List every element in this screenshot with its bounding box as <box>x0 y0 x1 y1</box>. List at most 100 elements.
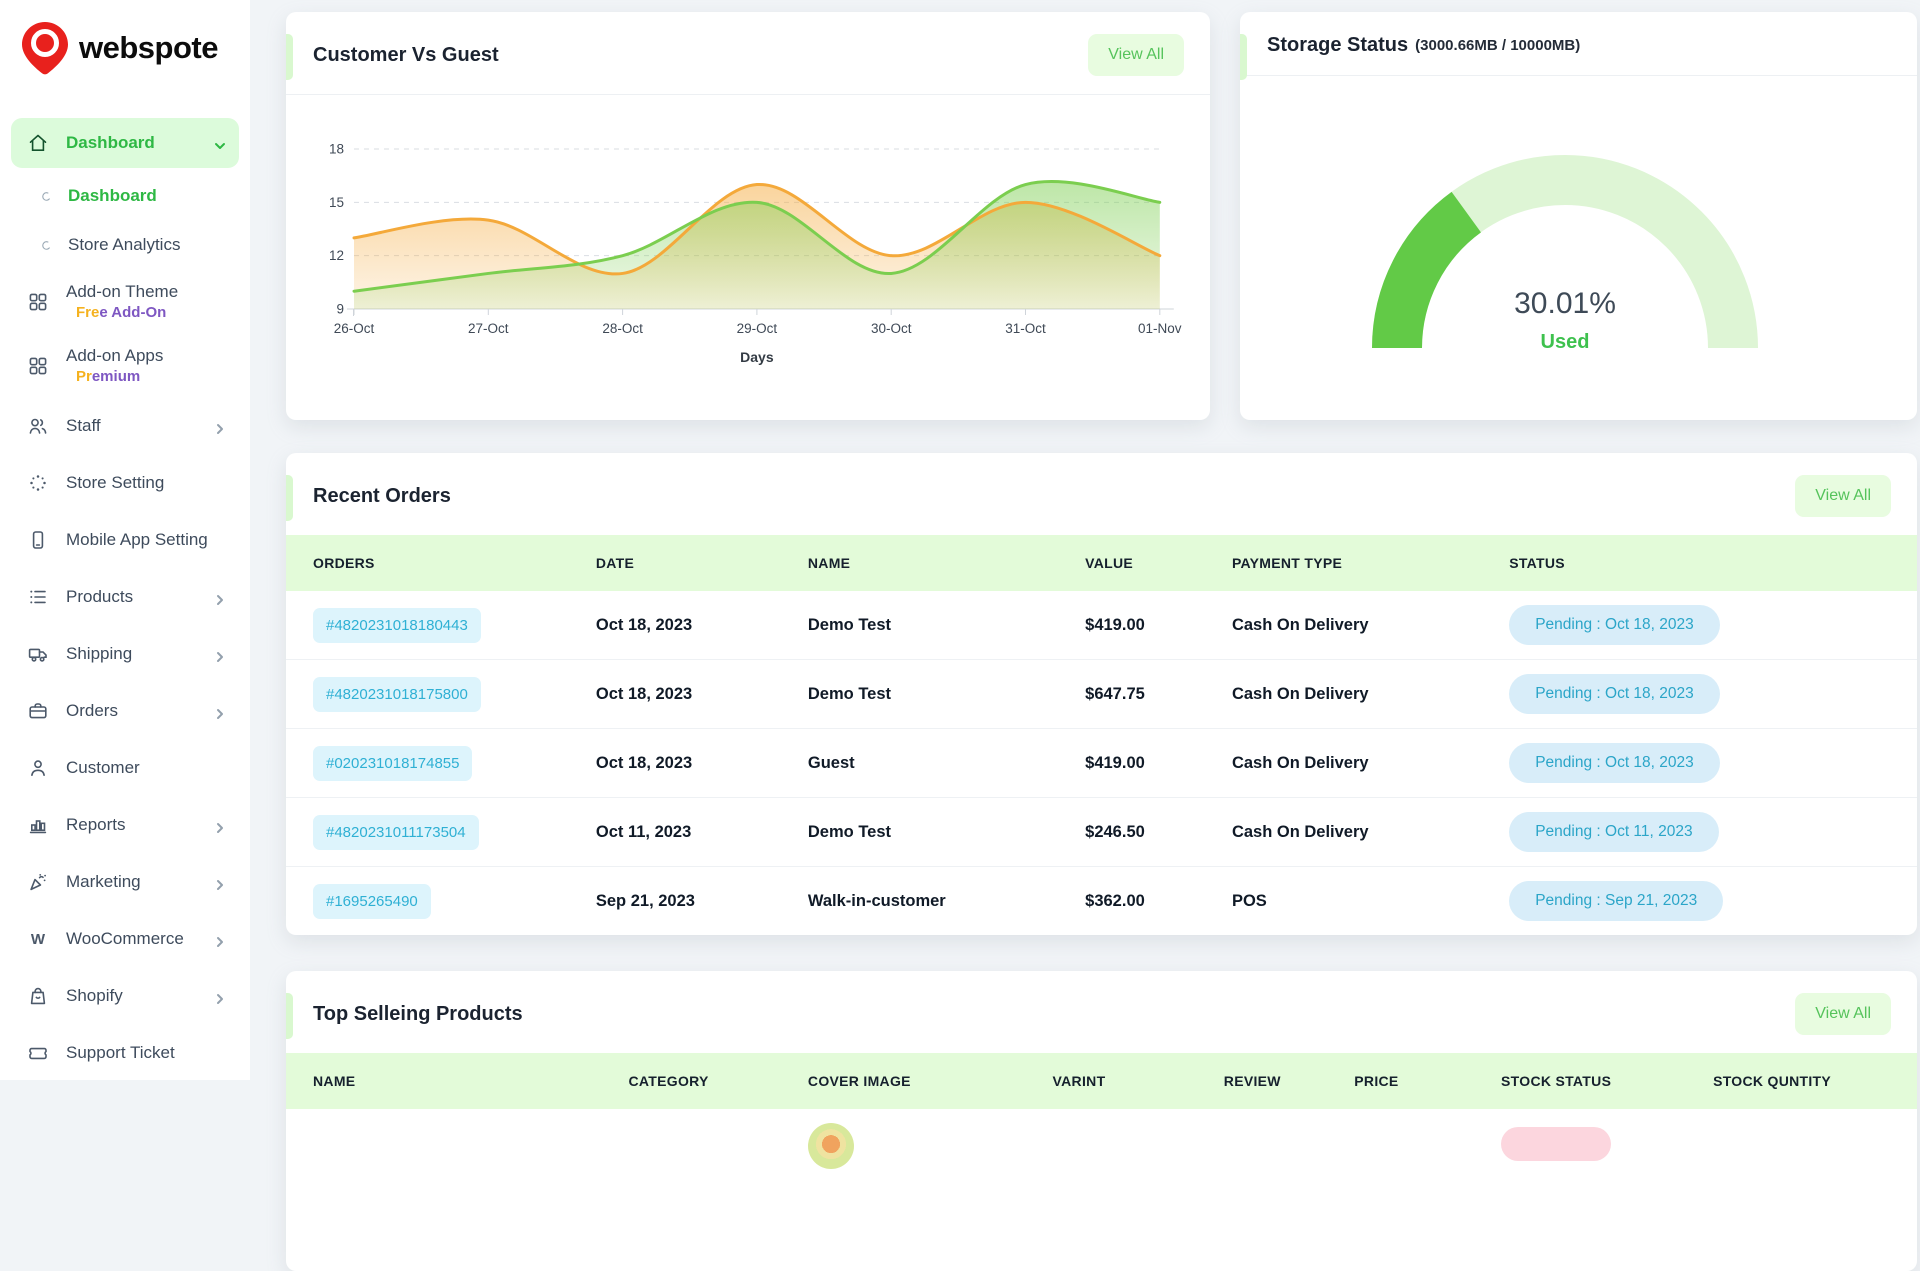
main-content: Customer Vs Guest View All 912151826-Oct… <box>250 0 1920 1271</box>
sidebar-item-label: Marketing <box>66 872 141 892</box>
column-header: PAYMENT TYPE <box>1232 535 1509 591</box>
chevron-right-icon <box>214 705 226 717</box>
status-cell: Pending : Oct 18, 2023 <box>1509 660 1917 729</box>
value-cell: $419.00 <box>1085 729 1232 798</box>
list-icon <box>27 586 49 608</box>
order-id-link[interactable]: #020231018174855 <box>313 746 472 781</box>
name-cell: Guest <box>808 729 1085 798</box>
sidebar-item-store-setting[interactable]: Store Setting <box>11 458 239 508</box>
column-header: DATE <box>596 535 808 591</box>
name-cell: Demo Test <box>808 798 1085 867</box>
top-products-table: NAMECATEGORYCOVER IMAGEVARINTREVIEWPRICE… <box>286 1053 1917 1183</box>
date-cell: Oct 18, 2023 <box>596 729 808 798</box>
orders-table-header-row: ORDERSDATENAMEVALUEPAYMENT TYPESTATUS <box>286 535 1917 591</box>
stock-status-badge <box>1501 1127 1611 1161</box>
phone-icon <box>27 529 49 551</box>
value-cell: $647.75 <box>1085 660 1232 729</box>
svg-text:01-Nov: 01-Nov <box>1138 321 1182 336</box>
chart-view-all-button[interactable]: View All <box>1088 34 1184 76</box>
sidebar-item-dashboard[interactable]: Dashboard <box>11 118 239 168</box>
table-row: #4820231011173504Oct 11, 2023Demo Test$2… <box>286 798 1917 867</box>
bar-chart-icon <box>27 814 49 836</box>
sidebar-item-mobile-app-setting[interactable]: Mobile App Setting <box>11 515 239 565</box>
sidebar-item-reports[interactable]: Reports <box>11 800 239 850</box>
sidebar-item-woocommerce[interactable]: WWooCommerce <box>11 914 239 964</box>
column-header: REVIEW <box>1224 1053 1354 1109</box>
svg-text:30-Oct: 30-Oct <box>871 321 912 336</box>
recent-orders-title: Recent Orders <box>313 485 451 508</box>
products-view-all-button[interactable]: View All <box>1795 993 1891 1035</box>
orders-view-all-button[interactable]: View All <box>1795 475 1891 517</box>
order-id-link[interactable]: #1695265490 <box>313 884 431 919</box>
date-cell: Oct 18, 2023 <box>596 660 808 729</box>
sidebar-item-label: WooCommerce <box>66 929 184 949</box>
products-table-header-row: NAMECATEGORYCOVER IMAGEVARINTREVIEWPRICE… <box>286 1053 1917 1109</box>
name-cell: Demo Test <box>808 660 1085 729</box>
sidebar-item-orders[interactable]: Orders <box>11 686 239 736</box>
grid-icon <box>27 355 49 377</box>
status-cell: Pending : Oct 18, 2023 <box>1509 729 1917 798</box>
sidebar-item-marketing[interactable]: Marketing <box>11 857 239 907</box>
svg-text:18: 18 <box>329 142 344 157</box>
status-badge: Pending : Oct 18, 2023 <box>1509 605 1720 645</box>
sidebar-item-shopify[interactable]: Shopify <box>11 971 239 1021</box>
sidebar-item-label: Orders <box>66 701 118 721</box>
sidebar-item-staff[interactable]: Staff <box>11 401 239 451</box>
users-icon <box>27 415 49 437</box>
column-header: STOCK QUNTITY <box>1713 1053 1917 1109</box>
briefcase-icon <box>27 700 49 722</box>
orders-cell: #4820231018175800 <box>286 660 596 729</box>
orders-cell: #020231018174855 <box>286 729 596 798</box>
name-cell: Demo Test <box>808 591 1085 660</box>
table-row: #4820231018180443 Oct 18, 2023Demo Test$4… <box>286 591 1917 660</box>
order-id-link[interactable]: #4820231018175800 <box>313 677 481 712</box>
sidebar-item-add-on-theme[interactable]: Add-on ThemeFree Add-On <box>11 273 239 331</box>
name-cell <box>286 1109 629 1183</box>
column-header: NAME <box>286 1053 629 1109</box>
column-header: STATUS <box>1509 535 1917 591</box>
party-popper-icon <box>27 871 49 893</box>
storage-gauge: 30.01%Used <box>1240 80 1890 376</box>
sidebar-item-dashboard-sub[interactable]: Dashboard <box>11 175 239 218</box>
order-id-link[interactable]: #4820231011173504 <box>313 815 479 850</box>
chart-card-title: Customer Vs Guest <box>313 44 499 67</box>
varint-cell <box>1053 1109 1224 1183</box>
sidebar-item-shipping[interactable]: Shipping <box>11 629 239 679</box>
sidebar-item-label: Shipping <box>66 644 132 664</box>
sidebar-item-add-on-apps[interactable]: Add-on AppsPremium <box>11 337 239 395</box>
dots-icon <box>27 472 49 494</box>
sidebar-item-customer[interactable]: Customer <box>11 743 239 793</box>
orders-cell: #4820231011173504 <box>286 798 596 867</box>
status-cell: Pending : Oct 11, 2023 <box>1509 798 1917 867</box>
name-cell: Walk-in-customer <box>808 867 1085 936</box>
sidebar-item-label: Products <box>66 587 133 607</box>
sidebar-nav: Dashboard Dashboard Store Analytics Add-on … <box>0 118 250 1078</box>
customer-vs-guest-chart: 912151826-Oct27-Oct28-Oct29-Oct30-Oct31-… <box>292 95 1204 395</box>
storage-status-card: Storage Status (3000.66MB / 10000MB) 30.… <box>1240 12 1917 420</box>
card-accent-bar <box>1240 34 1247 80</box>
payment-type-cell: Cash On Delivery <box>1232 798 1509 867</box>
storage-card-title: Storage Status <box>1267 34 1408 57</box>
top-selling-products-card: Top Selleing Products View All NAMECATEG… <box>286 971 1917 1271</box>
top-products-title: Top Selleing Products <box>313 1003 523 1026</box>
svg-text:9: 9 <box>336 302 344 317</box>
stock-quantity-cell <box>1713 1109 1917 1183</box>
date-cell: Oct 18, 2023 <box>596 591 808 660</box>
ticket-icon <box>27 1042 49 1064</box>
status-cell: Pending : Sep 21, 2023 <box>1509 867 1917 936</box>
order-id-link[interactable]: #4820231018180443 <box>313 608 481 643</box>
date-cell: Sep 21, 2023 <box>596 867 808 936</box>
brand-logo[interactable]: webspote <box>0 0 250 76</box>
stock-status-cell <box>1501 1109 1713 1183</box>
chevron-down-icon <box>214 137 226 149</box>
sidebar-item-products[interactable]: Products <box>11 572 239 622</box>
brand-name: webspote <box>79 30 218 66</box>
chevron-right-icon <box>214 591 226 603</box>
sidebar-item-store-analytics[interactable]: Store Analytics <box>11 224 239 267</box>
chevron-right-icon <box>214 420 226 432</box>
review-cell <box>1224 1109 1354 1183</box>
value-cell: $419.00 <box>1085 591 1232 660</box>
column-header: STOCK STATUS <box>1501 1053 1713 1109</box>
table-row <box>286 1109 1917 1183</box>
sidebar-item-support-ticket[interactable]: Support Ticket <box>11 1028 239 1078</box>
